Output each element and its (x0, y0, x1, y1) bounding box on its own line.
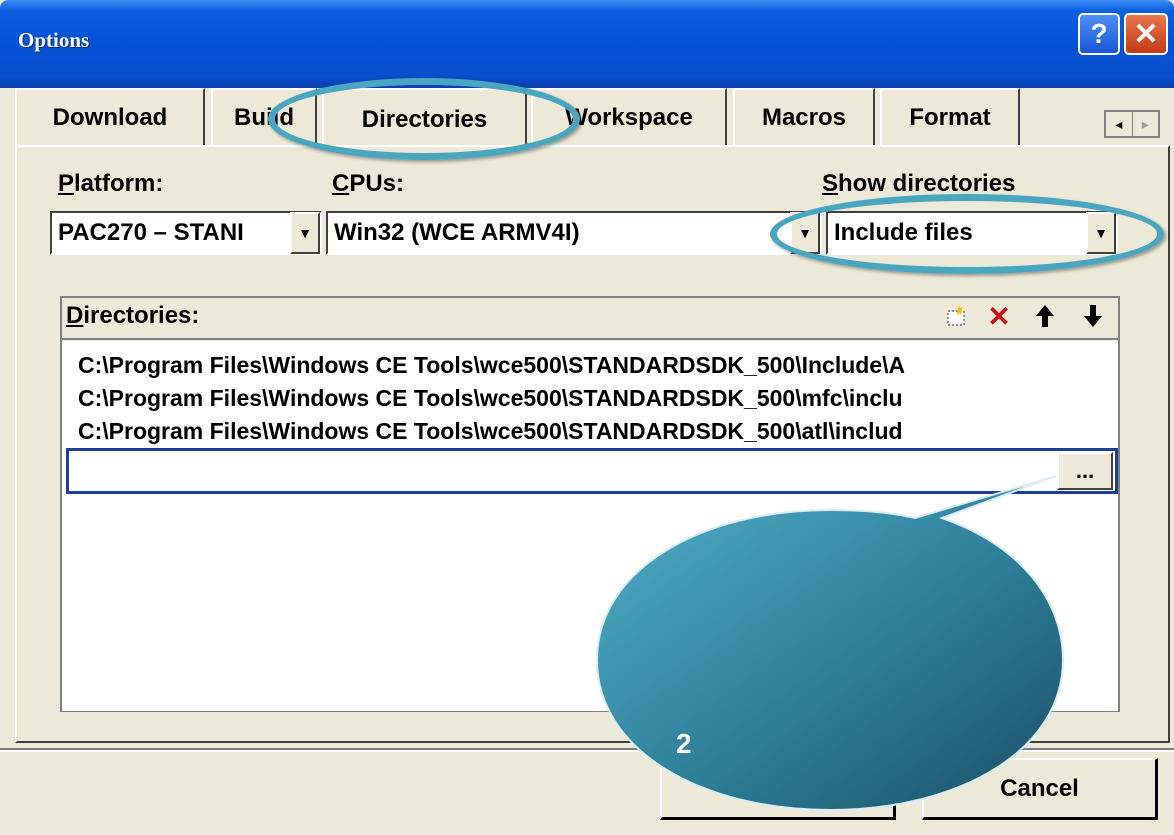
callout-bubble (595, 475, 1065, 812)
callout-label: 2 (676, 728, 692, 759)
